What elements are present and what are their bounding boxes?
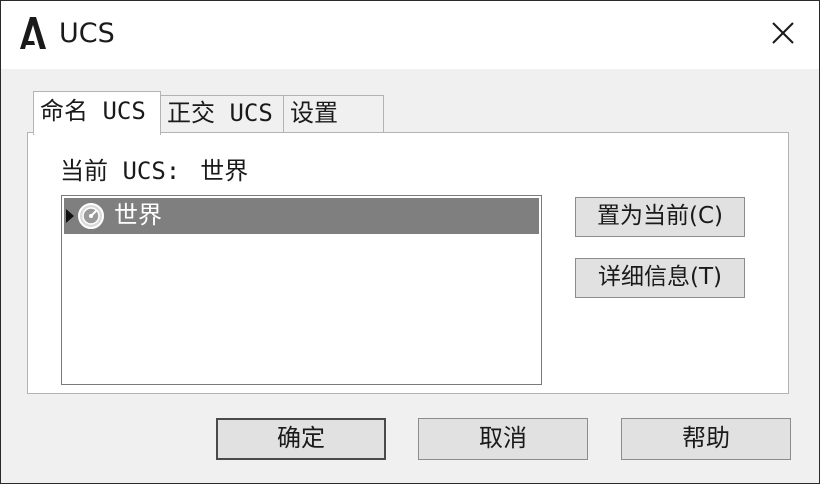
ucs-dialog: UCS 命名 UCS 正交 UCS 设置 当前 UCS: 世界 世界 置为当前(… bbox=[0, 0, 820, 484]
list-item-label: 世界 bbox=[114, 201, 162, 229]
tab-settings[interactable]: 设置 bbox=[283, 95, 384, 133]
window-title: UCS bbox=[59, 18, 115, 49]
expand-arrow-icon[interactable] bbox=[66, 209, 74, 223]
tab-named-ucs[interactable]: 命名 UCS bbox=[33, 91, 161, 135]
set-current-button[interactable]: 置为当前(C) bbox=[575, 197, 745, 237]
close-icon[interactable] bbox=[765, 15, 801, 51]
current-ucs-value: 世界 bbox=[200, 157, 249, 185]
ok-button[interactable]: 确定 bbox=[216, 418, 386, 460]
named-ucs-panel: 当前 UCS: 世界 世界 置为当前(C) 详细信息(T) bbox=[27, 132, 789, 394]
help-button[interactable]: 帮助 bbox=[621, 418, 791, 460]
ucs-list[interactable]: 世界 bbox=[61, 195, 542, 385]
list-item[interactable]: 世界 bbox=[64, 198, 539, 234]
tab-orthographic-ucs[interactable]: 正交 UCS bbox=[160, 95, 284, 133]
title-bar: UCS bbox=[1, 1, 819, 69]
autocad-logo-icon bbox=[20, 17, 46, 49]
current-ucs-label: 当前 UCS: 世界 bbox=[60, 155, 248, 187]
globe-icon bbox=[78, 203, 104, 229]
details-button[interactable]: 详细信息(T) bbox=[575, 258, 745, 298]
cancel-button[interactable]: 取消 bbox=[418, 418, 588, 460]
current-ucs-caption: 当前 UCS: bbox=[60, 157, 181, 185]
